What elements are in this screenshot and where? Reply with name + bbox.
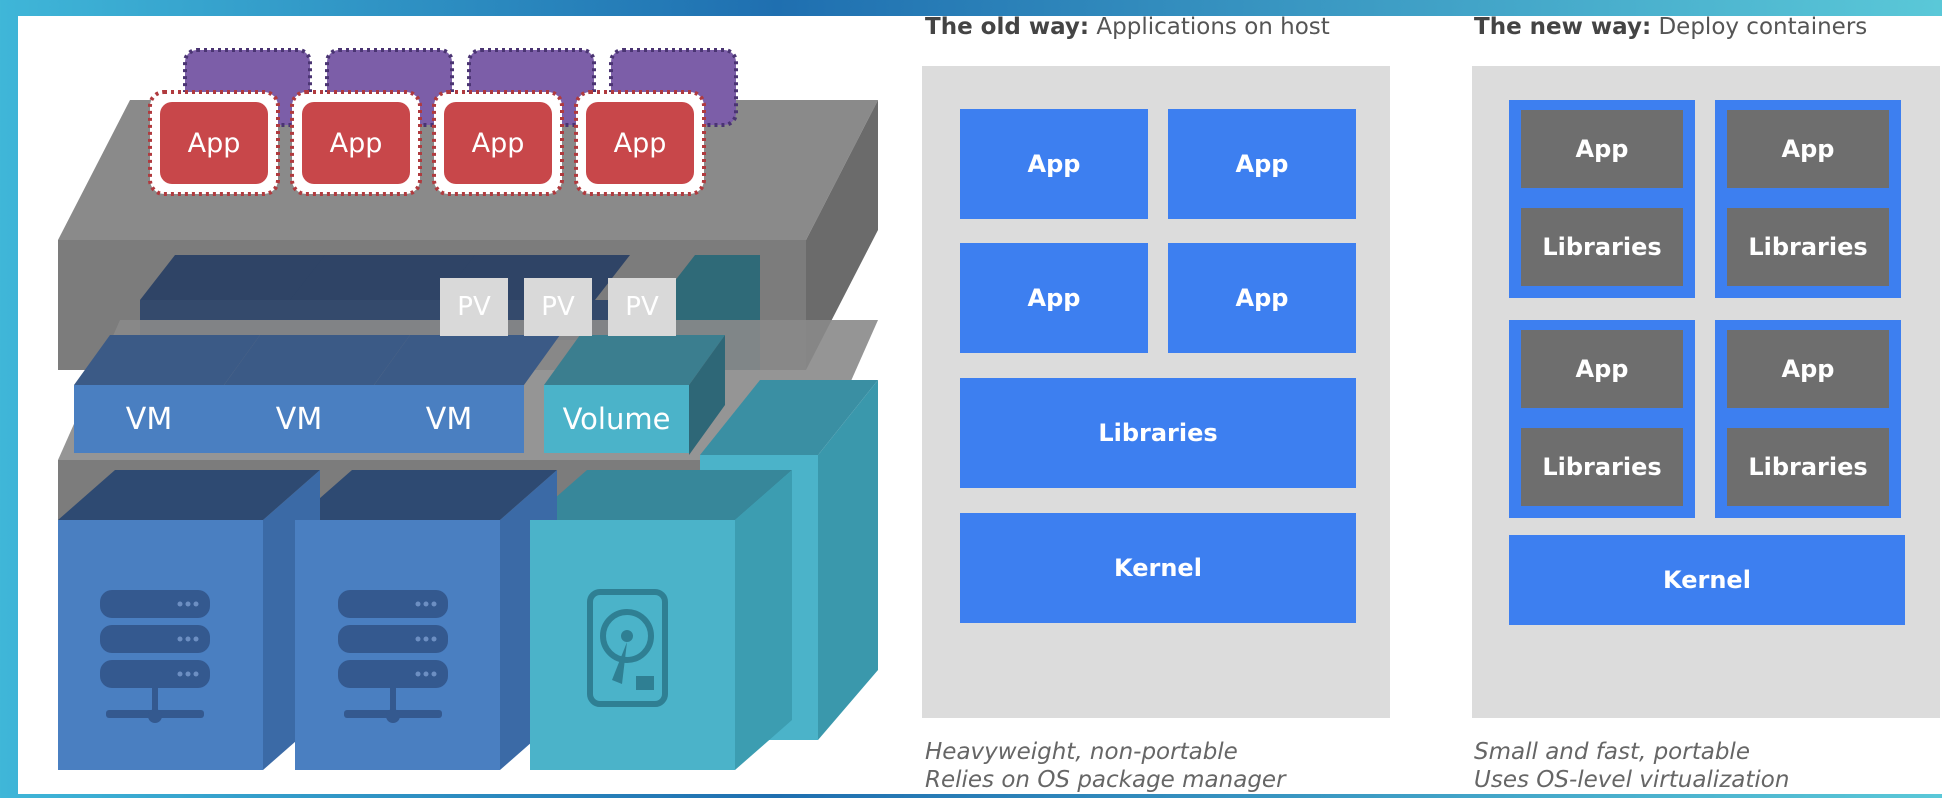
new-libraries-3: Libraries: [1521, 428, 1683, 506]
new-way-heading: The new way: Deploy containers: [1474, 14, 1867, 40]
new-way-caption-line2: Uses OS-level virtualization: [1474, 767, 1790, 793]
vm-label-3: VM: [425, 401, 473, 437]
drive-cube-side: [735, 470, 792, 770]
new-way-caption-line1: Small and fast, portable: [1474, 739, 1750, 765]
old-way-caption-line1: Heavyweight, non-portable: [925, 739, 1238, 765]
old-kernel: Kernel: [960, 513, 1356, 623]
pv-box-1: PV: [440, 278, 508, 336]
new-way-caption: Small and fast, portable Uses OS-level v…: [1474, 738, 1789, 794]
app-label-2: App: [329, 127, 383, 159]
old-app-1: App: [960, 109, 1148, 219]
pv-box-3: PV: [608, 278, 676, 336]
app-label-4: App: [613, 127, 667, 159]
old-way-heading: The old way: Applications on host: [925, 14, 1330, 40]
old-app-3: App: [960, 243, 1148, 353]
old-app-4: App: [1168, 243, 1356, 353]
drive-cube: [530, 520, 735, 770]
new-app-3: App: [1521, 330, 1683, 408]
old-way-heading-rest: Applications on host: [1089, 14, 1330, 40]
pv-box-2: PV: [524, 278, 592, 336]
new-app-2: App: [1727, 110, 1889, 188]
old-way-caption: Heavyweight, non-portable Relies on OS p…: [925, 738, 1286, 794]
new-libraries-4: Libraries: [1727, 428, 1889, 506]
new-kernel: Kernel: [1509, 535, 1905, 625]
vm-label-1: VM: [125, 401, 173, 437]
volume-label: Volume: [562, 402, 671, 436]
app-label-3: App: [471, 127, 525, 159]
old-way-caption-line2: Relies on OS package manager: [925, 767, 1286, 793]
old-app-2: App: [1168, 109, 1356, 219]
new-libraries-1: Libraries: [1521, 208, 1683, 286]
old-libraries: Libraries: [960, 378, 1356, 488]
vm-label-2: VM: [275, 401, 323, 437]
old-way-heading-bold: The old way:: [925, 14, 1090, 40]
app-label-1: App: [187, 127, 241, 159]
new-app-4: App: [1727, 330, 1889, 408]
new-way-heading-bold: The new way:: [1474, 14, 1652, 40]
new-libraries-2: Libraries: [1727, 208, 1889, 286]
new-app-1: App: [1521, 110, 1683, 188]
new-way-heading-rest: Deploy containers: [1651, 14, 1868, 40]
